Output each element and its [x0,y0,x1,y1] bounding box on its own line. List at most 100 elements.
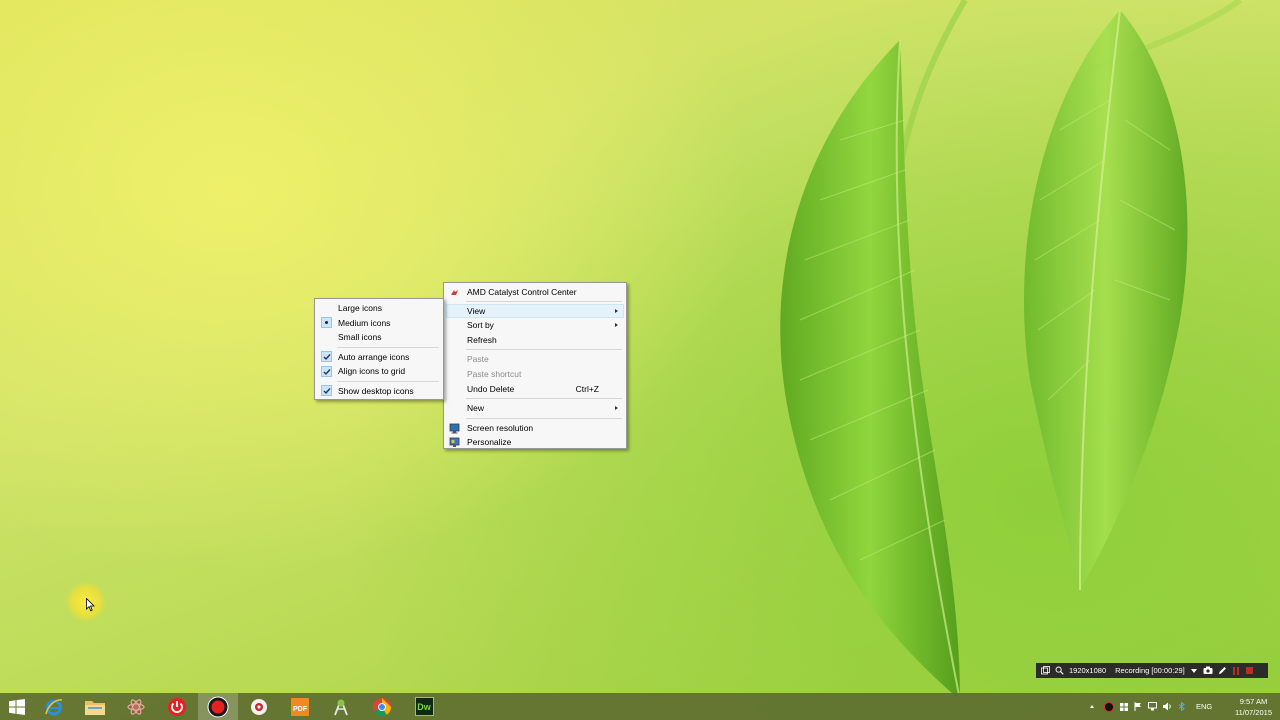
taskbar-clock[interactable]: 9:57 AM 11/07/2015 [1235,696,1272,718]
submenu-arrow-icon [615,406,618,411]
clock-date: 11/07/2015 [1235,708,1272,717]
android-icon [334,699,348,715]
atom-icon [127,698,145,715]
svg-text:PDF: PDF [293,706,308,713]
recording-resolution: 1920x1080 [1069,666,1107,675]
chevron-down-icon[interactable] [1190,668,1197,673]
submenu-item-align-grid[interactable]: Align icons to grid [317,364,441,379]
submenu-arrow-icon [615,323,618,328]
camera-icon[interactable] [1203,666,1213,675]
window-icon[interactable] [1041,666,1050,675]
view-submenu: Large icons Medium icons Small icons Aut… [314,298,444,400]
tray-windows-icon[interactable] [1120,702,1128,711]
recording-toolbar: 1920x1080 Recording [00:00:29] [1036,663,1268,678]
menu-separator [466,398,622,400]
mouse-cursor-icon [86,598,95,612]
menu-item-sort-by[interactable]: Sort by [446,318,624,333]
menu-item-label: Paste shortcut [467,368,522,379]
radio-selected-icon [321,317,332,329]
menu-item-undo-delete[interactable]: Undo Delete Ctrl+Z [446,382,624,397]
recording-status: Recording [00:00:29] [1115,666,1185,675]
taskbar-app-android[interactable] [321,693,361,720]
pdf-icon: PDF [291,697,309,716]
folder-icon [85,700,105,715]
submenu-arrow-icon [615,308,618,313]
menu-item-label: Refresh [467,334,497,345]
windows-logo-icon [9,698,25,715]
system-tray: ENG [1090,693,1212,720]
menu-item-new[interactable]: New [446,401,624,416]
menu-separator [466,349,622,351]
taskbar-app-atom[interactable] [116,693,156,720]
pencil-icon[interactable] [1218,666,1227,675]
submenu-item-show-desktop-icons[interactable]: Show desktop icons [317,384,441,399]
menu-item-label: New [467,403,485,414]
submenu-item-auto-arrange[interactable]: Auto arrange icons [317,350,441,365]
clock-time: 9:57 AM [1239,697,1268,706]
menu-separator [466,417,622,419]
taskbar-app-webcam[interactable] [239,693,279,720]
taskbar-internet-explorer[interactable] [34,693,74,720]
menu-item-label: Align icons to grid [338,366,406,377]
internet-explorer-icon [45,698,63,715]
leaf-wallpaper-image [780,0,1242,701]
menu-item-label: Small icons [338,332,382,343]
chrome-icon [372,697,391,716]
menu-item-view[interactable]: View [446,303,624,319]
tray-record-icon[interactable] [1104,701,1114,712]
menu-item-amd-catalyst[interactable]: AMD Catalyst Control Center [446,285,624,300]
webcam-icon [251,698,267,715]
record-icon [207,696,229,717]
menu-item-label: Sort by [467,320,494,331]
shortcut-text: Ctrl+Z [575,383,599,394]
desktop-context-menu: AMD Catalyst Control Center View Sort by… [443,282,627,449]
submenu-item-large-icons[interactable]: Large icons [317,301,441,316]
submenu-item-medium-icons[interactable]: Medium icons [317,316,441,331]
menu-item-personalize[interactable]: Personalize [446,435,624,450]
monitor-icon [449,423,460,434]
taskbar: PDF Dw ENG 9:57 AM 11/07/2015 [0,693,1280,720]
checkmark-icon [321,385,332,397]
zoom-icon[interactable] [1055,666,1064,675]
taskbar-dreamweaver[interactable]: Dw [404,693,444,720]
start-button[interactable] [0,693,34,720]
menu-separator [337,346,439,348]
bluetooth-icon[interactable] [1178,702,1186,711]
language-indicator[interactable]: ENG [1196,702,1212,711]
menu-item-label: Screen resolution [467,422,534,433]
tray-overflow-chevron-icon[interactable] [1090,705,1094,708]
amd-icon [449,287,460,298]
personalize-icon [449,437,460,448]
desktop[interactable]: AMD Catalyst Control Center View Sort by… [0,0,1280,720]
flag-icon[interactable] [1134,702,1142,711]
taskbar-app-power[interactable] [157,693,197,720]
taskbar-app-pdf[interactable]: PDF [280,693,320,720]
menu-item-label: Show desktop icons [338,385,414,396]
menu-item-label: Large icons [338,303,382,313]
checkmark-icon [321,365,332,377]
stop-icon[interactable] [1245,667,1253,674]
checkmark-icon [321,351,332,363]
taskbar-app-recorder[interactable] [198,693,238,720]
dreamweaver-icon: Dw [414,697,434,716]
menu-item-label: Paste [467,354,489,365]
menu-item-paste-shortcut[interactable]: Paste shortcut [446,367,624,382]
network-icon[interactable] [1148,702,1157,711]
menu-separator [466,300,622,302]
taskbar-google-chrome[interactable] [362,693,402,720]
menu-item-label: Medium icons [338,317,391,328]
menu-item-label: Auto arrange icons [338,351,410,362]
menu-item-label: Personalize [467,437,512,448]
volume-icon[interactable] [1163,702,1172,711]
power-icon [168,697,186,716]
menu-item-paste[interactable]: Paste [446,352,624,367]
menu-item-label: View [467,305,486,316]
menu-separator [337,380,439,382]
menu-item-label: AMD Catalyst Control Center [467,287,577,297]
taskbar-file-explorer[interactable] [75,693,115,720]
submenu-item-small-icons[interactable]: Small icons [317,330,441,345]
menu-item-screen-resolution[interactable]: Screen resolution [446,421,624,436]
menu-item-refresh[interactable]: Refresh [446,333,624,348]
menu-item-label: Undo Delete [467,383,515,394]
pause-icon[interactable] [1232,666,1239,675]
